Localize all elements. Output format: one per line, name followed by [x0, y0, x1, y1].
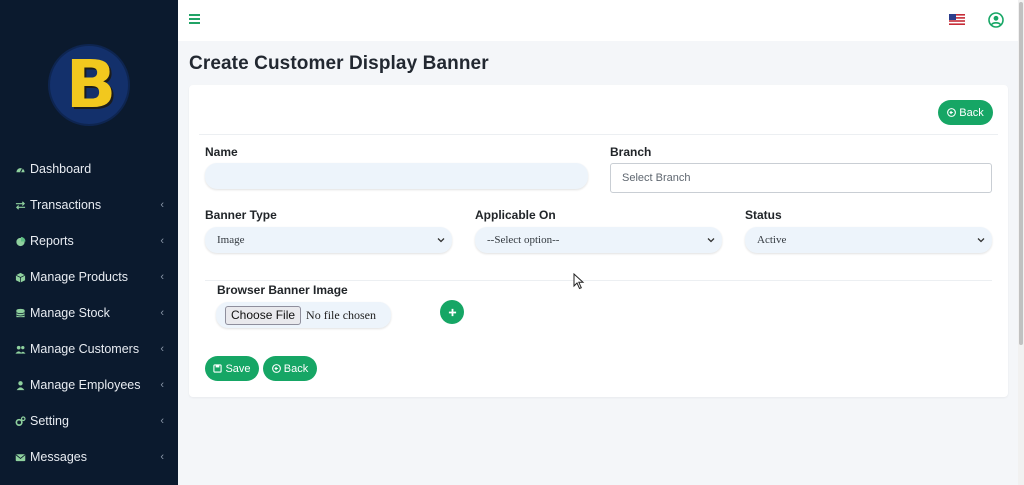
mouse-cursor-icon [573, 273, 585, 290]
sidebar-item-manage-customers[interactable]: Manage Customers ‹ [0, 331, 178, 367]
database-icon [14, 307, 26, 319]
cogs-icon [14, 415, 26, 427]
chevron-down-icon [437, 238, 445, 243]
plus-icon [448, 308, 456, 316]
sidebar-item-dashboard[interactable]: Dashboard [0, 151, 178, 187]
applicable-on-value: --Select option-- [487, 234, 560, 246]
back-top-button[interactable]: Back [938, 100, 993, 125]
sidebar-item-manage-employees[interactable]: Manage Employees ‹ [0, 367, 178, 403]
add-image-button[interactable] [440, 300, 464, 324]
chevron-left-icon: ‹ [160, 379, 164, 391]
file-status-text: No file chosen [306, 307, 377, 322]
chevron-left-icon: ‹ [160, 235, 164, 247]
status-label: Status [745, 208, 782, 222]
back-label: Back [283, 362, 309, 375]
sidebar-item-label: Dashboard [30, 162, 92, 176]
chevron-left-icon: ‹ [160, 271, 164, 283]
sidebar-nav: Dashboard Transactions ‹ Reports ‹ Manage Pro… [0, 151, 178, 475]
banner-type-select[interactable]: Image [205, 227, 452, 253]
branch-label: Branch [610, 145, 652, 159]
status-select[interactable]: Active [745, 227, 992, 253]
applicable-on-select[interactable]: --Select option-- [475, 227, 722, 253]
box-icon [14, 271, 26, 283]
applicable-on-label: Applicable On [475, 208, 556, 222]
sidebar-item-label: Manage Customers [30, 342, 140, 356]
users-icon [14, 343, 26, 355]
card-divider [199, 134, 998, 135]
sidebar-item-label: Reports [30, 234, 74, 248]
name-input[interactable] [205, 163, 588, 189]
browser-banner-image-label: Browser Banner Image [217, 283, 348, 297]
chevron-left-icon: ‹ [160, 199, 164, 211]
user-icon [14, 379, 26, 391]
sidebar-item-setting[interactable]: Setting ‹ [0, 403, 178, 439]
sidebar-item-label: Transactions [30, 198, 102, 212]
chevron-left-icon: ‹ [160, 307, 164, 319]
form-card: Back Name Branch Select Branch Banner Ty… [189, 85, 1008, 397]
us-flag-icon[interactable] [949, 14, 965, 25]
chevron-left-icon: ‹ [160, 451, 164, 463]
back-top-label: Back [959, 106, 984, 119]
sidebar-item-messages[interactable]: Messages ‹ [0, 439, 178, 475]
banner-type-label: Banner Type [205, 208, 277, 222]
tachometer-icon [14, 163, 26, 175]
sidebar-item-manage-products[interactable]: Manage Products ‹ [0, 259, 178, 295]
user-circle-icon[interactable] [988, 12, 1004, 28]
name-label: Name [205, 145, 238, 159]
logo-letter: B [65, 46, 117, 123]
sidebar-item-label: Setting [30, 414, 69, 428]
top-navbar [178, 0, 1018, 41]
page-title: Create Customer Display Banner [189, 53, 489, 74]
brand-logo[interactable]: B [50, 46, 128, 124]
sidebar: B Dashboard Transactions ‹ Reports ‹ Manage P… [0, 0, 178, 485]
sidebar-item-label: Manage Stock [30, 306, 110, 320]
save-button[interactable]: Save [205, 356, 259, 381]
banner-type-value: Image [217, 234, 245, 246]
envelope-icon [14, 451, 26, 463]
browser-banner-file-input: Choose File No file chosen [216, 302, 391, 328]
pie-chart-icon [14, 235, 26, 247]
sidebar-item-reports[interactable]: Reports ‹ [0, 223, 178, 259]
chevron-down-icon [707, 238, 715, 243]
sidebar-item-label: Messages [30, 450, 87, 464]
sidebar-item-label: Manage Products [30, 270, 128, 284]
save-label: Save [225, 362, 251, 375]
arrow-circle-left-icon [271, 364, 281, 373]
back-button[interactable]: Back [263, 356, 317, 381]
sidebar-item-manage-stock[interactable]: Manage Stock ‹ [0, 295, 178, 331]
chevron-left-icon: ‹ [160, 415, 164, 427]
chevron-down-icon [977, 238, 985, 243]
choose-file-button[interactable]: Choose File [225, 305, 302, 325]
chevron-left-icon: ‹ [160, 343, 164, 355]
status-value: Active [757, 234, 787, 246]
sidebar-item-label: Manage Employees [30, 378, 141, 392]
hamburger-icon[interactable] [189, 14, 200, 24]
section-divider [205, 280, 992, 281]
branch-select[interactable]: Select Branch [610, 163, 992, 193]
page-scrollbar-thumb[interactable] [1019, 2, 1023, 345]
exchange-icon [14, 199, 26, 211]
arrow-circle-left-icon [947, 108, 957, 117]
floppy-disk-icon [213, 364, 223, 373]
sidebar-item-transactions[interactable]: Transactions ‹ [0, 187, 178, 223]
